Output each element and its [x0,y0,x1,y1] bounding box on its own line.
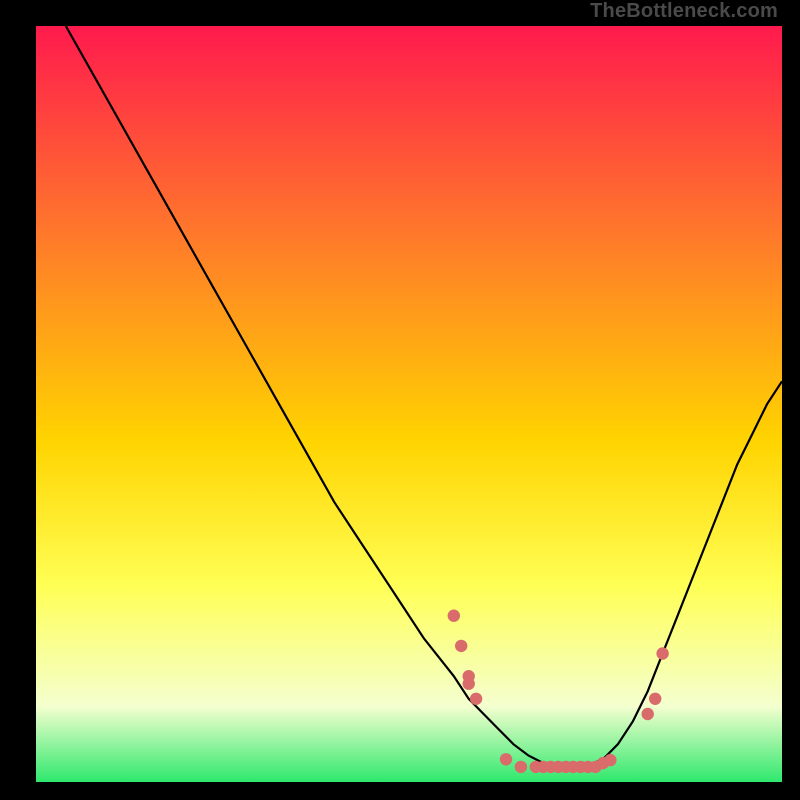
data-point [515,761,527,773]
plot-area [36,26,782,782]
chart-frame [18,8,782,792]
data-point [500,753,512,765]
data-point [604,754,616,766]
data-point [463,678,475,690]
data-point [642,708,654,720]
data-point [448,610,460,622]
data-point [455,640,467,652]
chart-plot [18,8,782,792]
data-point [656,647,668,659]
data-point [470,693,482,705]
data-point [649,693,661,705]
watermark-text: TheBottleneck.com [590,0,778,23]
